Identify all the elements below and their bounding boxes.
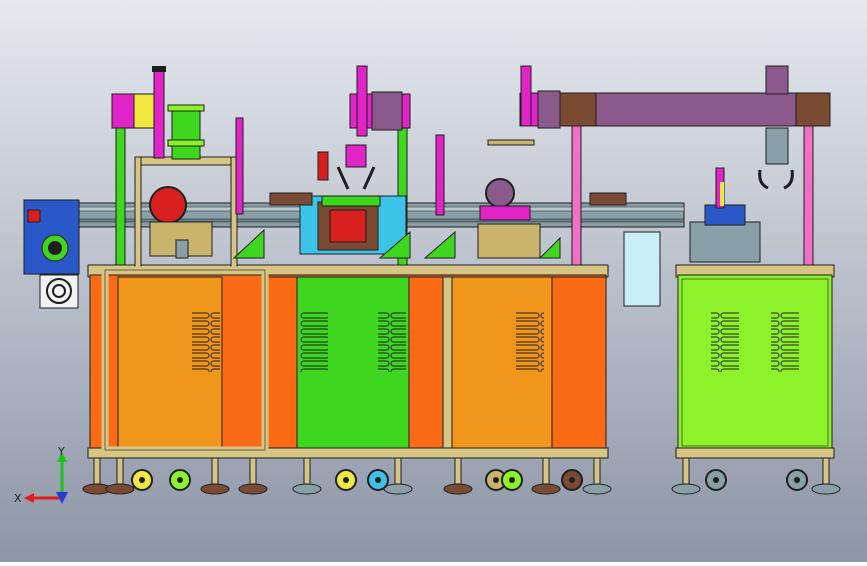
guide-rod (235, 117, 244, 215)
cabinet-right (675, 264, 835, 459)
foot-stem (249, 457, 257, 485)
y-axis-label: Y (57, 445, 65, 458)
foot-stem (593, 457, 601, 485)
foot-pad (671, 483, 701, 495)
pneumatic-cylinder (167, 104, 205, 160)
foot-pad (811, 483, 841, 495)
control-box (623, 231, 661, 307)
caster-hub (493, 477, 499, 483)
foot-pad (292, 483, 322, 495)
foot-stem (682, 457, 690, 485)
foot-stem (303, 457, 311, 485)
foot-stem (822, 457, 830, 485)
foot-pad (238, 483, 268, 495)
caster-hub (139, 477, 145, 483)
foot-pad (200, 483, 230, 495)
caster-hub (794, 477, 800, 483)
cabinet-door[interactable] (677, 274, 833, 451)
foot-pad (443, 483, 473, 495)
caster-hub (569, 477, 575, 483)
foot-pad (383, 483, 413, 495)
foot-pad (105, 483, 135, 495)
foot-stem (454, 457, 462, 485)
foot-stem (542, 457, 550, 485)
bracket (487, 139, 535, 146)
caster-hub (375, 477, 381, 483)
foot-stem (394, 457, 402, 485)
guide-rod (435, 134, 445, 216)
foot-stem (211, 457, 219, 485)
cad-viewport[interactable]: Y X (0, 0, 867, 562)
foot-pad (531, 483, 561, 495)
assembly-drawing: Y X (0, 0, 867, 562)
foot-stem (116, 457, 124, 485)
cabinet-left (87, 264, 609, 459)
caster-hub (343, 477, 349, 483)
vent-slots (192, 312, 220, 372)
foot-pad (582, 483, 612, 495)
x-axis-label: X (14, 492, 22, 505)
caster-hub (509, 477, 515, 483)
caster-hub (713, 477, 719, 483)
foot-stem (93, 457, 101, 485)
rotary-station (299, 195, 407, 255)
caster-hub (177, 477, 183, 483)
